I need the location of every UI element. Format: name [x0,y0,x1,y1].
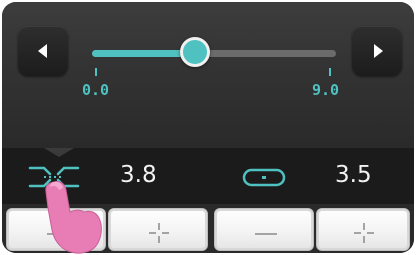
plus-icon [354,223,374,243]
triangle-right-icon [374,44,383,58]
stitch-width-plus-button[interactable] [108,208,208,251]
slider-track[interactable] [92,50,336,57]
increase-arrow-button[interactable] [352,26,402,76]
stitch-length-icon[interactable] [242,166,288,190]
max-tick [329,68,331,76]
selection-indicator [44,148,74,157]
slider-area: 0.0 9.0 [2,2,414,148]
minus-icon [255,233,277,235]
slider-thumb[interactable] [180,37,211,67]
stitch-length-minus-button[interactable] [214,208,314,251]
stitch-width-value: 3.8 [120,162,157,188]
min-label: 0.0 [82,81,110,99]
stitch-length-plus-button[interactable] [316,208,410,251]
finger-pointer-icon [45,181,102,254]
triangle-left-icon [38,44,47,58]
decrease-arrow-button[interactable] [18,26,68,76]
plus-icon [149,223,169,243]
stitch-length-value: 3.5 [335,162,372,188]
max-label: 9.0 [312,81,340,99]
min-tick [95,68,97,76]
